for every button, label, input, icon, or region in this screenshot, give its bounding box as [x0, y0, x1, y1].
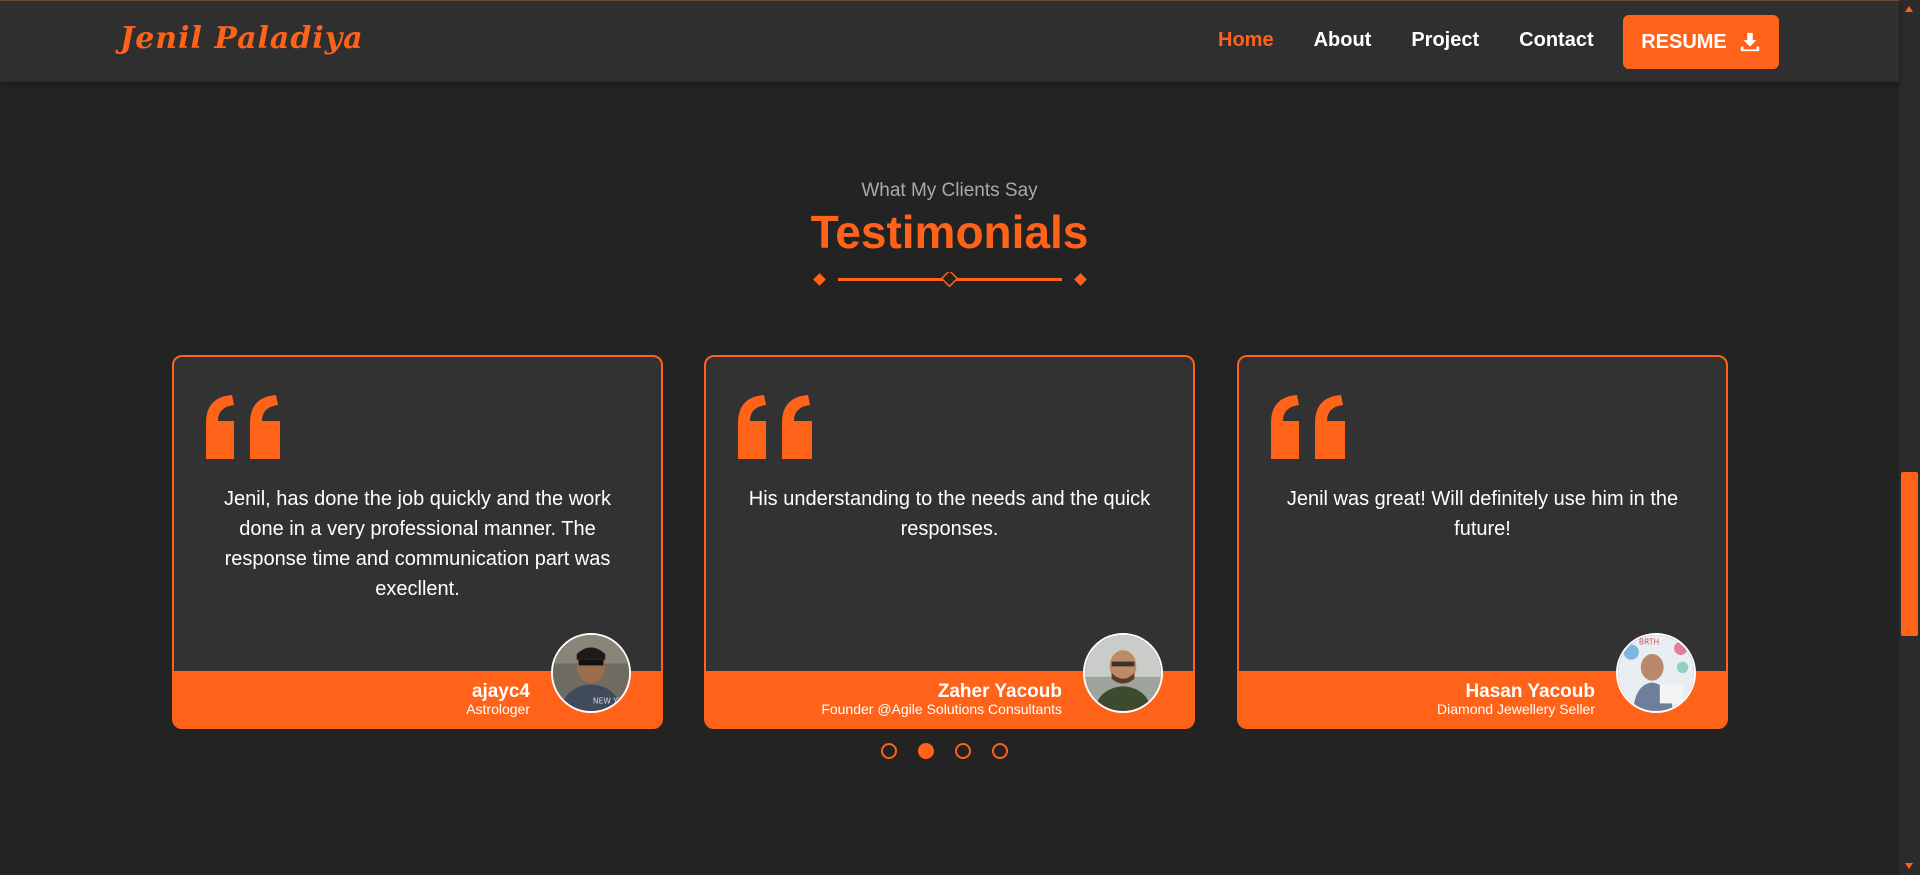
download-icon — [1740, 32, 1759, 52]
nav-link-about[interactable]: About — [1314, 29, 1372, 52]
testimonial-card: Jenil, has done the job quickly and the … — [172, 355, 663, 729]
client-role: Astrologer — [466, 701, 530, 717]
carousel-dot-4[interactable] — [992, 743, 1008, 759]
client-role: Founder @Agile Solutions Consultants — [821, 701, 1062, 717]
testimonial-quote: Jenil, has done the job quickly and the … — [224, 488, 611, 600]
client-name: Hasan Yacoub — [1465, 681, 1595, 702]
section-subtitle: What My Clients Say — [861, 180, 1038, 201]
quote-icon — [206, 395, 280, 459]
client-avatar: BRTH — [1616, 633, 1696, 713]
title-divider — [813, 272, 1087, 288]
testimonial-quote: Jenil was great! Will definitely use him… — [1286, 488, 1679, 540]
scroll-up-icon[interactable] — [1905, 6, 1913, 12]
svg-text:BRTH: BRTH — [1639, 638, 1659, 647]
nav-link-home[interactable]: Home — [1218, 29, 1274, 52]
client-name: Zaher Yacoub — [937, 681, 1062, 702]
carousel-dots — [881, 743, 1008, 759]
nav-links: Home About Project Contact — [1218, 29, 1634, 52]
quote-icon — [738, 395, 812, 459]
client-avatar: NEW YO — [551, 633, 631, 713]
section-title: Testimonials — [810, 206, 1089, 258]
scroll-down-icon[interactable] — [1905, 863, 1913, 869]
carousel-dot-1[interactable] — [881, 743, 897, 759]
client-role: Diamond Jewellery Seller — [1437, 701, 1595, 717]
quote-icon — [1271, 395, 1345, 459]
brand-logo[interactable]: Jenil Paladiya — [120, 21, 364, 56]
client-avatar — [1083, 633, 1163, 713]
nav-link-project[interactable]: Project — [1411, 29, 1479, 52]
resume-button-label: RESUME — [1641, 30, 1727, 53]
page-scrollbar[interactable] — [1899, 0, 1920, 875]
carousel-dot-2[interactable] — [918, 743, 934, 759]
carousel-dot-3[interactable] — [955, 743, 971, 759]
resume-button[interactable]: RESUME — [1623, 15, 1779, 69]
nav-link-contact[interactable]: Contact — [1519, 29, 1593, 52]
testimonial-card: Jenil was great! Will definitely use him… — [1237, 355, 1728, 729]
client-name: ajayc4 — [471, 681, 530, 702]
scroll-thumb[interactable] — [1901, 472, 1918, 636]
testimonial-card: His understanding to the needs and the q… — [704, 355, 1195, 729]
testimonial-quote: His understanding to the needs and the q… — [748, 488, 1151, 540]
navbar: Jenil Paladiya Home About Project Contac… — [0, 0, 1899, 82]
